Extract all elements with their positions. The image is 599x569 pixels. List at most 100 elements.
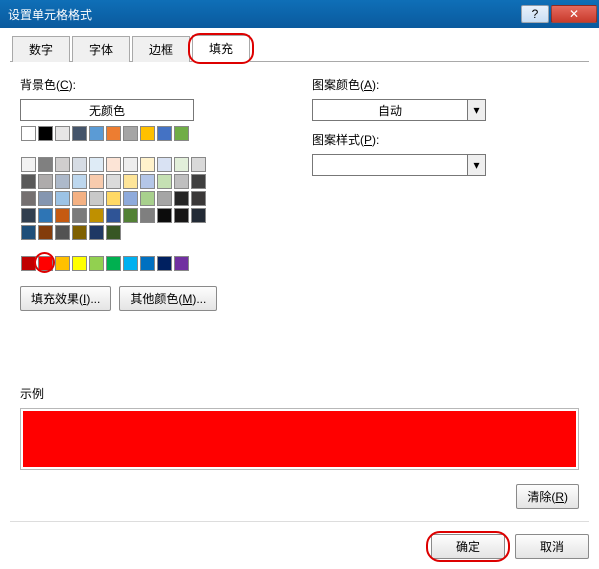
client-area: 数字 字体 边框 填充 背景色(C): 无颜色 — [0, 28, 599, 569]
color-swatch[interactable] — [21, 157, 36, 172]
color-swatch[interactable] — [38, 174, 53, 189]
right-panel: 图案颜色(A): 自动 ▾ 图案样式(P): ▾ — [300, 76, 579, 311]
color-swatch[interactable] — [55, 256, 70, 271]
color-swatch[interactable] — [123, 208, 138, 223]
color-swatch[interactable] — [55, 157, 70, 172]
color-swatch[interactable] — [157, 126, 172, 141]
color-swatch[interactable] — [123, 191, 138, 206]
swatch-row-standard — [20, 255, 207, 272]
color-swatch[interactable] — [72, 256, 87, 271]
tabstrip: 数字 字体 边框 填充 — [10, 36, 589, 62]
color-swatch[interactable] — [89, 256, 104, 271]
color-swatch[interactable] — [38, 126, 53, 141]
tab-fill[interactable]: 填充 — [192, 35, 250, 62]
color-swatch[interactable] — [55, 174, 70, 189]
color-swatch[interactable] — [174, 191, 189, 206]
sample-label: 示例 — [20, 385, 579, 402]
pattern-color-combo[interactable]: 自动 ▾ — [312, 99, 486, 121]
color-swatch[interactable] — [140, 208, 155, 223]
tab-border[interactable]: 边框 — [132, 36, 190, 62]
color-swatch[interactable] — [21, 174, 36, 189]
more-colors-button[interactable]: 其他颜色(M)... — [119, 286, 217, 311]
dialog-buttons: 确定 取消 — [10, 522, 589, 559]
pattern-style-combo[interactable]: ▾ — [312, 154, 486, 176]
color-swatch[interactable] — [55, 225, 70, 240]
color-swatch[interactable] — [106, 225, 121, 240]
color-swatch[interactable] — [123, 157, 138, 172]
color-swatch[interactable] — [140, 157, 155, 172]
color-swatch[interactable] — [21, 126, 36, 141]
color-swatch[interactable] — [174, 157, 189, 172]
color-swatch[interactable] — [72, 126, 87, 141]
color-swatch[interactable] — [89, 174, 104, 189]
color-swatch[interactable] — [38, 208, 53, 223]
color-swatch[interactable] — [106, 126, 121, 141]
chevron-down-icon[interactable]: ▾ — [467, 100, 485, 120]
color-swatch[interactable] — [157, 174, 172, 189]
color-swatch[interactable] — [21, 225, 36, 240]
color-swatch[interactable] — [123, 256, 138, 271]
close-button[interactable]: ✕ — [551, 5, 597, 23]
color-swatch[interactable] — [72, 191, 87, 206]
color-swatch[interactable] — [89, 208, 104, 223]
no-color-button[interactable]: 无颜色 — [20, 99, 194, 121]
color-swatch[interactable] — [174, 174, 189, 189]
color-swatch[interactable] — [157, 191, 172, 206]
color-swatch[interactable] — [123, 126, 138, 141]
color-swatch[interactable] — [72, 174, 87, 189]
color-swatch[interactable] — [89, 157, 104, 172]
fill-effects-button[interactable]: 填充效果(I)... — [20, 286, 111, 311]
color-swatch[interactable] — [72, 157, 87, 172]
bg-color-label: 背景色(C): — [20, 76, 300, 93]
color-swatch[interactable] — [191, 191, 206, 206]
color-swatch[interactable] — [38, 157, 53, 172]
color-swatch[interactable] — [89, 191, 104, 206]
color-swatch[interactable] — [21, 256, 36, 271]
swatch-row-top — [20, 125, 207, 142]
tab-font[interactable]: 字体 — [72, 36, 130, 62]
cancel-button[interactable]: 取消 — [515, 534, 589, 559]
color-swatch[interactable] — [55, 191, 70, 206]
color-swatch[interactable] — [157, 157, 172, 172]
color-swatch[interactable] — [72, 225, 87, 240]
color-swatch[interactable] — [55, 208, 70, 223]
sample-box-outer — [20, 408, 579, 470]
ok-button[interactable]: 确定 — [431, 534, 505, 559]
color-swatch[interactable] — [174, 208, 189, 223]
color-swatch[interactable] — [106, 191, 121, 206]
chevron-down-icon[interactable]: ▾ — [467, 155, 485, 175]
color-swatch[interactable] — [21, 191, 36, 206]
color-swatch[interactable] — [191, 174, 206, 189]
color-swatch[interactable] — [89, 126, 104, 141]
color-swatch[interactable] — [21, 208, 36, 223]
color-swatch[interactable] — [72, 208, 87, 223]
swatch-grid — [20, 156, 207, 241]
window-title: 设置单元格格式 — [8, 6, 519, 23]
color-swatch[interactable] — [140, 126, 155, 141]
tab-number[interactable]: 数字 — [12, 36, 70, 62]
color-swatch[interactable] — [174, 126, 189, 141]
color-swatch[interactable] — [140, 191, 155, 206]
color-swatch[interactable] — [55, 126, 70, 141]
pattern-style-label: 图案样式(P): — [312, 131, 579, 148]
color-swatch[interactable] — [106, 174, 121, 189]
color-swatch[interactable] — [123, 174, 138, 189]
color-swatch[interactable] — [89, 225, 104, 240]
color-swatch[interactable] — [157, 208, 172, 223]
color-swatch[interactable] — [191, 208, 206, 223]
color-swatch[interactable] — [106, 208, 121, 223]
color-swatch[interactable] — [106, 157, 121, 172]
clear-button[interactable]: 清除(R) — [516, 484, 579, 509]
color-swatch[interactable] — [140, 174, 155, 189]
color-swatch[interactable] — [106, 256, 121, 271]
dialog: 设置单元格格式 ? ✕ 数字 字体 边框 填充 背景色(C): 无颜色 — [0, 0, 599, 569]
help-button[interactable]: ? — [521, 5, 549, 23]
color-swatch[interactable] — [38, 225, 53, 240]
color-swatch[interactable] — [157, 256, 172, 271]
color-swatch[interactable] — [140, 256, 155, 271]
color-swatch[interactable] — [38, 256, 53, 271]
color-swatch[interactable] — [38, 191, 53, 206]
pattern-color-label: 图案颜色(A): — [312, 76, 579, 93]
color-swatch[interactable] — [174, 256, 189, 271]
color-swatch[interactable] — [191, 157, 206, 172]
